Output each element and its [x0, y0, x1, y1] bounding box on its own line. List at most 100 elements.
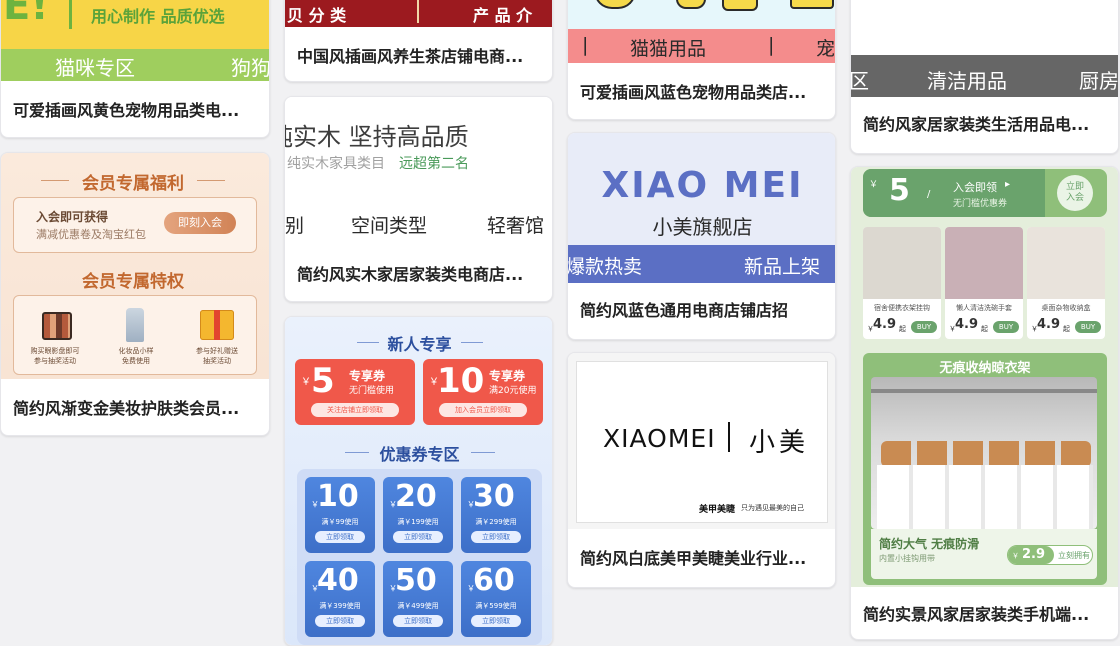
template-card-blue-pet[interactable]: | 猫猫用品 | 宠 可爱插画风蓝色宠物用品类店... [567, 0, 836, 120]
coupon-claim-button[interactable]: 立即领取 [315, 531, 365, 543]
banner-headline: 纯实木 坚持高品质 [285, 123, 469, 151]
tagline-bold: 美甲美睫 [699, 505, 736, 515]
product-tile[interactable]: 宿舍便携衣架挂钩 ￥ 4.9 起 BUY [863, 227, 941, 339]
coupon-claim-button[interactable]: 立即领取 [315, 615, 365, 627]
buy-now-button[interactable]: 立刻拥有 [1058, 550, 1090, 561]
rack-title: 无痕收纳晾衣架 [939, 361, 1031, 376]
new-user-title: 新人专享 [387, 335, 452, 354]
coupon-ticket[interactable]: ￥ 10 满￥99使用 立即领取 [305, 477, 375, 553]
template-thumbnail: | 猫猫用品 | 宠 [568, 0, 835, 63]
nav-item-cat-supplies: 猫猫用品 [630, 38, 707, 60]
coupon-claim-button[interactable]: 加入会员立即领取 [439, 403, 527, 417]
product-tile[interactable]: 懒人清洁洗碗手套 ￥ 4.9 起 BUY [945, 227, 1023, 339]
banner-subline-green: 远超第二名 [399, 156, 469, 172]
rack-photo [871, 377, 1097, 529]
template-title[interactable]: 简约风家居家装类生活用品电... [863, 111, 1106, 135]
coupon-claim-button[interactable]: 立即领取 [393, 615, 443, 627]
template-card-beauty-member[interactable]: 会员专属福利 入会即可获得 满减优惠卷及淘宝红包 即刻入会 会员专属特权 购买眼… [0, 152, 270, 436]
nav-item-dog: 狗狗 [231, 56, 269, 80]
coupon-claim-button[interactable]: 立即领取 [393, 531, 443, 543]
nav-divider: | [582, 34, 589, 56]
deco-line-left [357, 342, 379, 343]
logo-chinese: 小美 [749, 428, 810, 458]
coupon-amount: 20 [395, 479, 437, 514]
nav-item-category: 贝 分 类 [287, 6, 347, 25]
logo-frame: XIAOMEI 小美 美甲美睫 只为遇见最美的自己 [576, 361, 828, 523]
join-panel: 入会即可获得 满减优惠卷及淘宝红包 即刻入会 [13, 197, 257, 253]
coupon-currency: ￥ [301, 377, 311, 388]
coupon-amount: 5 [889, 173, 910, 208]
template-card-wood-furniture[interactable]: 纯实木 坚持高品质 纯实木家具类目 远超第二名 别 空间类型 轻奢馆 简约风实木… [284, 96, 553, 302]
coupon-amount: 30 [473, 479, 515, 514]
product-photo [863, 227, 941, 299]
coupon-condition: 满￥199使用 [397, 518, 439, 526]
coupon-ticket[interactable]: ￥ 20 满￥199使用 立即领取 [383, 477, 453, 553]
coupon-name: 专享券 [489, 369, 526, 383]
pet-house-icon [790, 0, 834, 9]
template-title[interactable]: 简约实景风家居家装类手机端... [863, 601, 1106, 625]
buy-button[interactable]: BUY [993, 321, 1019, 333]
template-card-nail-beauty[interactable]: XIAOMEI 小美 美甲美睫 只为遇见最美的自己 简约风白底美甲美睫美业行业.… [567, 352, 836, 588]
template-card-home-mobile[interactable]: ￥ 5 / 入会即领 ▸ 无门槛优惠券 立即 入会 宿舍便携衣架挂钩 ￥ 4.9 起 B… [850, 166, 1119, 640]
rack-subtext: 内置小挂钩用带 [879, 554, 935, 563]
join-heading: 入会即可获得 [36, 210, 109, 224]
logo-english: XIAOMEI [603, 424, 716, 453]
member-benefit-title: 会员专属福利 [82, 174, 184, 194]
buy-button[interactable]: BUY [1075, 321, 1101, 333]
template-card-coupons[interactable]: 新人专享 ￥ 5 专享券 无门槛使用 关注店铺立即领取 ￥ 10 专享券 满20… [284, 316, 553, 646]
template-title[interactable]: 简约风蓝色通用电商店铺店招 [580, 297, 823, 321]
bone-icon [676, 0, 706, 9]
brand-english: XIAO MEI [601, 165, 804, 206]
coupon-claim-button[interactable]: 立即领取 [471, 615, 521, 627]
coupon-condition: 满￥499使用 [397, 602, 439, 610]
product-tile[interactable]: 桌面杂物收纳盒 ￥ 4.9 起 BUY [1027, 227, 1105, 339]
rack-card: 无痕收纳晾衣架 简约大气 无痕防滑 内置小挂钩用带 ￥ 2.9 立刻拥有 [863, 353, 1107, 585]
template-card-home-cleaning[interactable]: 区 清洁用品 厨房 简约风家居家装类生活用品电... [850, 0, 1119, 154]
template-thumbnail: 会员专属福利 入会即可获得 满减优惠卷及淘宝红包 即刻入会 会员专属特权 购买眼… [1, 153, 269, 379]
coupon-claim-button[interactable]: 关注店铺立即领取 [311, 403, 399, 417]
coupon-claim-button[interactable]: 立即领取 [471, 531, 521, 543]
rack-slogan: 简约大气 无痕防滑 [879, 537, 980, 551]
template-title[interactable]: 简约风渐变金美妆护肤类会员... [13, 395, 257, 419]
template-title[interactable]: 简约风白底美甲美睫美业行业... [580, 545, 823, 569]
nav-item-kitchen: 厨房 [1079, 69, 1118, 93]
template-thumbnail: 纯实木 坚持高品质 纯实木家具类目 远超第二名 别 空间类型 轻奢馆 [285, 97, 552, 249]
banner-partial-text: E! [3, 0, 49, 29]
template-thumbnail: 新人专享 ￥ 5 专享券 无门槛使用 关注店铺立即领取 ￥ 10 专享券 满20… [285, 317, 552, 645]
chevron-right-icon: ▸ [1005, 179, 1011, 190]
tagline: 只为遇见最美的自己 [741, 504, 804, 512]
serum-bottle-icon [126, 308, 144, 342]
template-title[interactable]: 简约风实木家居家装类电商店... [297, 261, 540, 285]
coupon-zone-title: 优惠券专区 [379, 445, 460, 464]
privilege-label: 化妆品小样 免费使用 [118, 347, 154, 365]
template-card-blue-store[interactable]: XIAO MEI 小美旗舰店 爆款热卖 新品上架 简约风蓝色通用电商店铺店招 [567, 132, 836, 340]
coupon-ticket[interactable]: ￥ 40 满￥399使用 立即领取 [305, 561, 375, 637]
template-card-yellow-pet[interactable]: E! 用心制作 品质优选 猫咪专区 狗狗 可爱插画风黄色宠物用品类电... [0, 0, 270, 138]
join-now-button[interactable]: 即刻入会 [164, 212, 236, 234]
coupon-amount: 60 [473, 563, 515, 598]
member-coupon-banner: ￥ 5 / 入会即领 ▸ 无门槛优惠券 立即 入会 [863, 169, 1107, 217]
white-shirts [877, 465, 1093, 529]
rack-price-pill: ￥ 2.9 立刻拥有 [1007, 545, 1093, 565]
buy-button[interactable]: BUY [911, 321, 937, 333]
template-card-tea-shop[interactable]: 贝 分 类 产 品 介 中国风插画风养生茶店铺电商... [284, 0, 553, 82]
coupon-condition: 满￥299使用 [475, 518, 517, 526]
coupon-ticket[interactable]: ￥ 60 满￥599使用 立即领取 [461, 561, 531, 637]
coupon-name: 专享券 [349, 369, 386, 383]
coupon-slash: / [927, 189, 931, 200]
privilege-label: 参与好礼赠送 抽奖活动 [196, 347, 238, 365]
nav-item-cleaning: 清洁用品 [927, 69, 1007, 93]
join-description: 满减优惠卷及淘宝红包 [36, 228, 146, 241]
coupon-condition: 满20元使用 [489, 386, 537, 396]
template-title[interactable]: 可爱插画风蓝色宠物用品类店... [580, 79, 823, 103]
template-title[interactable]: 可爱插画风黄色宠物用品类电... [13, 97, 257, 121]
product-name: 宿舍便携衣架挂钩 [874, 304, 930, 312]
nav-item-hot: 爆款热卖 [568, 256, 643, 278]
deco-line-right [461, 342, 483, 343]
coupon-ticket[interactable]: ￥ 30 满￥299使用 立即领取 [461, 477, 531, 553]
nav-divider: | [768, 34, 775, 56]
join-member-button[interactable]: 立即 入会 [1057, 175, 1093, 211]
template-title[interactable]: 中国风插画风养生茶店铺电商... [297, 43, 540, 67]
coupon-ticket[interactable]: ￥ 50 满￥499使用 立即领取 [383, 561, 453, 637]
nav-item-product: 产 品 介 [473, 6, 533, 25]
